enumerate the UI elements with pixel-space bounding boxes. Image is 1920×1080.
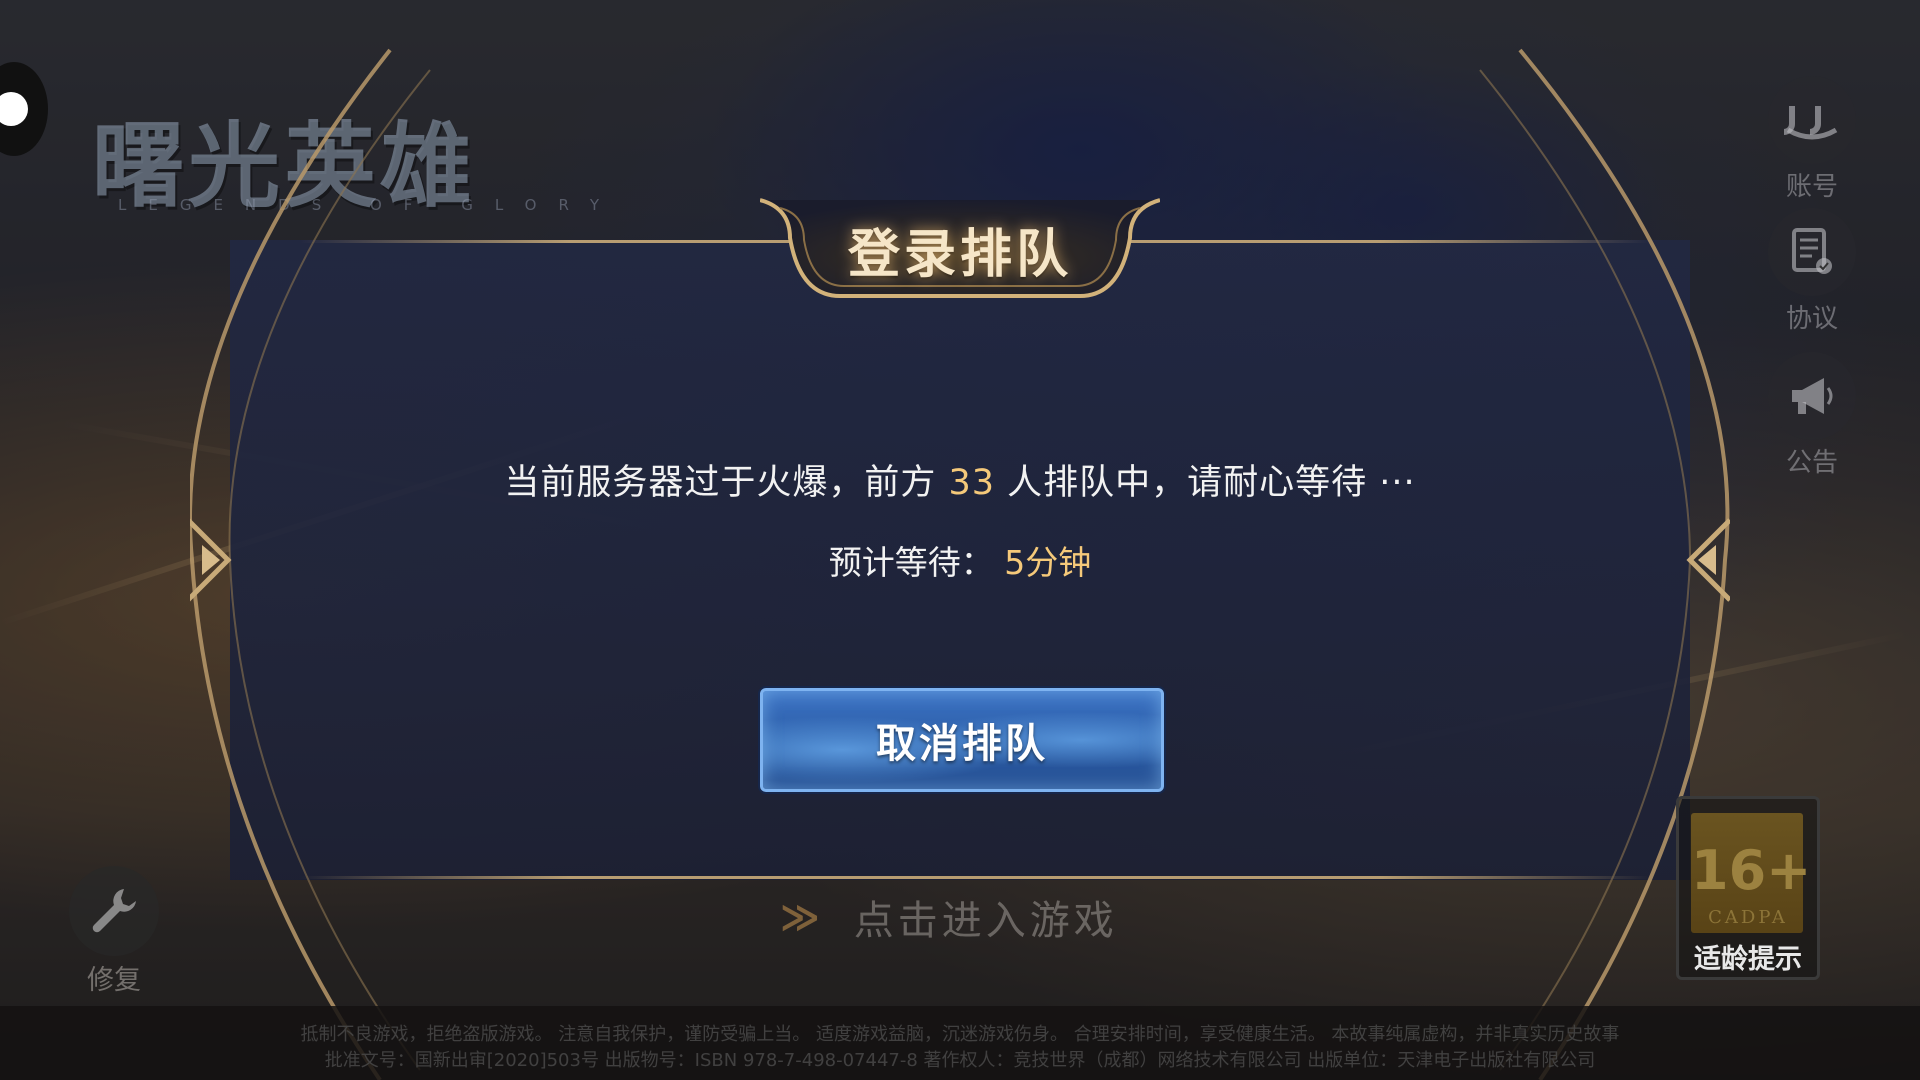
age-rating-badge[interactable]: 16+ CADPA 适龄提示 xyxy=(1676,796,1820,980)
queue-count: 33 xyxy=(948,463,996,503)
cancel-queue-label: 取消排队 xyxy=(876,721,1048,767)
repair-label: 修复 xyxy=(87,965,141,996)
queue-message: 当前服务器过于火爆，前方 33 人排队中，请耐心等待 ··· xyxy=(0,454,1920,505)
footer-legal: 抵制不良游戏，拒绝盗版游戏。 注意自我保护，谨防受骗上当。 适度游戏益脑，沉迷游… xyxy=(0,1006,1920,1080)
footer-line-1: 抵制不良游戏，拒绝盗版游戏。 注意自我保护，谨防受骗上当。 适度游戏益脑，沉迷游… xyxy=(300,1024,1620,1045)
footer-line-2: 批准文号：国新出审[2020]503号 出版物号：ISBN 978-7-498-… xyxy=(324,1050,1596,1071)
cancel-queue-button[interactable]: 取消排队 xyxy=(760,688,1164,792)
repair-button[interactable]: 修复 xyxy=(66,866,162,997)
queue-message-suffix: 人排队中，请耐心等待 ··· xyxy=(1007,463,1416,503)
panel-bottom-border xyxy=(300,876,1650,879)
account-label: 账号 xyxy=(1785,172,1838,202)
chevron-right-icon: ≫ xyxy=(780,895,824,939)
age-rating-label: 适龄提示 xyxy=(1694,944,1802,975)
age-rating-number: 16+ xyxy=(1691,839,1812,902)
estimated-wait: 预计等待： 5分钟 xyxy=(0,536,1920,584)
age-rating-org: CADPA xyxy=(1708,907,1788,928)
wrench-icon xyxy=(69,866,159,956)
dialog-title: 登录排队 xyxy=(847,225,1072,285)
account-button[interactable]: 账号 xyxy=(1766,76,1858,203)
wait-value: 5分钟 xyxy=(1004,543,1092,582)
jj-account-icon xyxy=(1768,76,1856,164)
megaphone-icon xyxy=(1768,352,1856,440)
enter-game-label: 点击进入游戏 xyxy=(853,898,1118,944)
agreement-label: 协议 xyxy=(1785,304,1838,334)
enter-game-button[interactable]: ≫ 点击进入游戏 xyxy=(780,888,1118,946)
wait-label: 预计等待： xyxy=(828,543,994,582)
queue-message-prefix: 当前服务器过于火爆，前方 xyxy=(504,463,937,503)
game-login-screen: 曙光英雄 LEGENDS OF GLORY 账号 协议 公告 登录排队 当前服务… xyxy=(0,0,1920,1080)
